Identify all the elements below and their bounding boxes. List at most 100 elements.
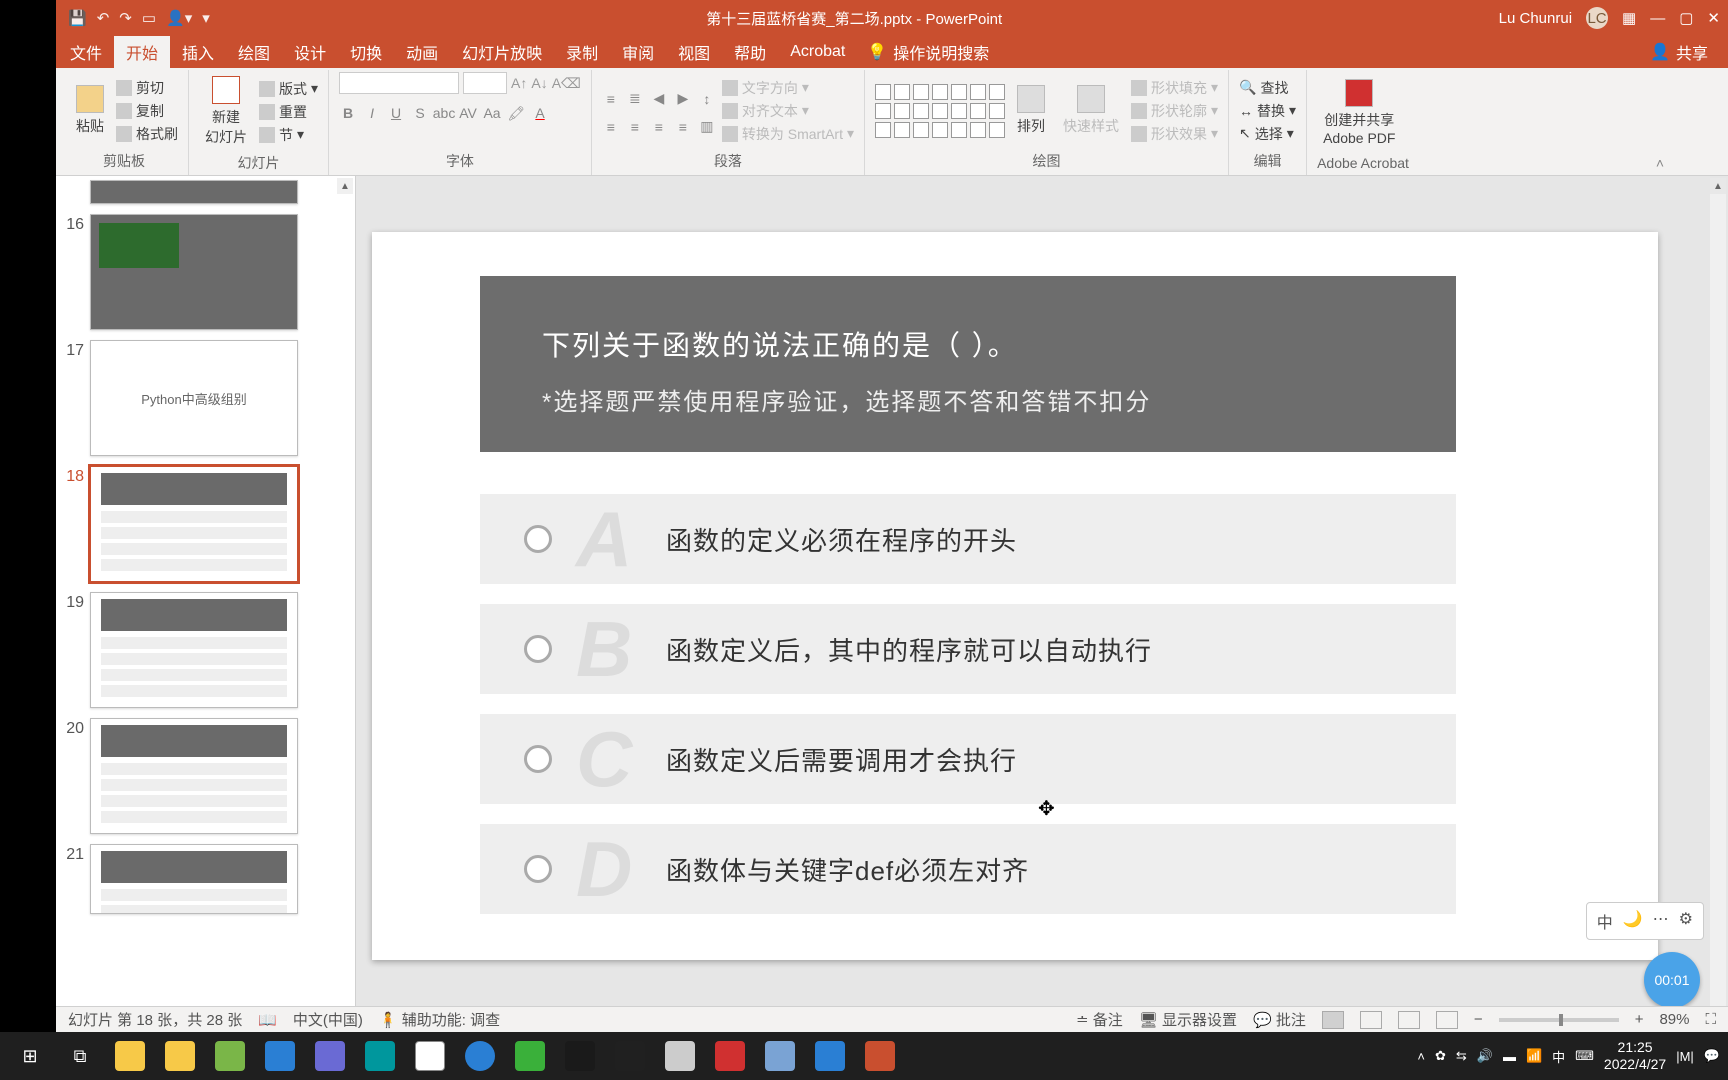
- convert-smartart-button[interactable]: 转换为 SmartArt ▾: [722, 124, 854, 144]
- fit-to-window-button[interactable]: ⛶: [1705, 1011, 1716, 1028]
- paste-button[interactable]: 粘贴: [70, 81, 110, 140]
- replace-button[interactable]: ↔替换 ▾: [1239, 101, 1296, 121]
- redo-icon[interactable]: ↷: [119, 9, 132, 27]
- taskbar-app-reader[interactable]: [608, 1036, 652, 1076]
- start-button[interactable]: ⊞: [8, 1036, 52, 1076]
- align-right-button[interactable]: ≡: [650, 118, 668, 136]
- tab-record[interactable]: 录制: [554, 36, 610, 68]
- shadow-button[interactable]: abc: [435, 104, 453, 122]
- ime-more-icon[interactable]: ⋯: [1653, 909, 1669, 933]
- question-box[interactable]: 下列关于函数的说法正确的是（ ）。 *选择题严禁使用程序验证，选择题不答和答错不…: [480, 276, 1456, 452]
- qat-more-icon[interactable]: ▾: [202, 9, 210, 27]
- font-family-select[interactable]: [339, 72, 459, 94]
- tray-wifi-icon[interactable]: 📶: [1526, 1048, 1542, 1064]
- option-b[interactable]: B 函数定义后，其中的程序就可以自动执行: [480, 604, 1456, 694]
- decrease-indent-button[interactable]: ◀: [650, 90, 668, 108]
- taskbar-app-settings[interactable]: [758, 1036, 802, 1076]
- text-direction-button[interactable]: 文字方向 ▾: [722, 78, 854, 98]
- select-button[interactable]: ↖选择 ▾: [1239, 124, 1296, 144]
- shape-outline-button[interactable]: 形状轮廓 ▾: [1131, 101, 1218, 121]
- align-center-button[interactable]: ≡: [626, 118, 644, 136]
- tab-review[interactable]: 审阅: [610, 36, 666, 68]
- canvas-scroll-up[interactable]: ▲: [1710, 178, 1726, 194]
- columns-button[interactable]: ▥: [698, 118, 716, 136]
- taskbar-app-globe[interactable]: [458, 1036, 502, 1076]
- radio-c[interactable]: [524, 745, 552, 773]
- numbering-button[interactable]: ≣: [626, 90, 644, 108]
- italic-button[interactable]: I: [363, 104, 381, 122]
- taskbar-app-k[interactable]: [258, 1036, 302, 1076]
- create-pdf-button[interactable]: 创建并共享 Adobe PDF: [1317, 75, 1401, 150]
- display-settings-button[interactable]: 🖥 显示器设置: [1139, 1009, 1237, 1030]
- format-painter-button[interactable]: 格式刷: [116, 124, 178, 144]
- taskbar-app-folder[interactable]: [108, 1036, 152, 1076]
- char-spacing-button[interactable]: AV: [459, 104, 477, 122]
- share-button[interactable]: 👤 共享: [1650, 40, 1708, 64]
- save-icon[interactable]: 💾: [68, 9, 87, 27]
- slide-canvas-area[interactable]: 下列关于函数的说法正确的是（ ）。 *选择题严禁使用程序验证，选择题不答和答错不…: [356, 176, 1728, 1032]
- section-button[interactable]: 节 ▾: [259, 125, 318, 145]
- user-quick-icon[interactable]: 👤▾: [166, 9, 192, 27]
- moon-icon[interactable]: 🌙: [1623, 909, 1643, 933]
- slide-thumbnail-21[interactable]: [90, 844, 298, 914]
- tray-monitor-icon[interactable]: |M|: [1676, 1049, 1694, 1064]
- notes-button[interactable]: ≐ 备注: [1076, 1009, 1123, 1030]
- floating-ime-toolbar[interactable]: 中 🌙 ⋯ ⚙: [1586, 902, 1704, 940]
- tab-file[interactable]: 文件: [58, 36, 114, 68]
- bold-button[interactable]: B: [339, 104, 357, 122]
- taskbar-app-hex[interactable]: [308, 1036, 352, 1076]
- taskbar-app-arduino[interactable]: [358, 1036, 402, 1076]
- present-icon[interactable]: ▭: [142, 9, 156, 27]
- radio-b[interactable]: [524, 635, 552, 663]
- slide-canvas[interactable]: 下列关于函数的说法正确的是（ ）。 *选择题严禁使用程序验证，选择题不答和答错不…: [372, 232, 1658, 960]
- taskbar-app-wechat[interactable]: [508, 1036, 552, 1076]
- taskbar-app-chrome[interactable]: [408, 1036, 452, 1076]
- tab-slideshow[interactable]: 幻灯片放映: [450, 36, 554, 68]
- zoom-out-button[interactable]: −: [1474, 1011, 1483, 1028]
- slide-thumbnail-15[interactable]: [90, 180, 298, 204]
- ribbon-display-icon[interactable]: ▦: [1622, 9, 1636, 27]
- clear-format-button[interactable]: A⌫: [552, 75, 581, 92]
- task-view-button[interactable]: ⧉: [58, 1036, 102, 1076]
- highlighter-button[interactable]: 🖍: [507, 104, 525, 122]
- taskbar-app-powerpoint[interactable]: [858, 1036, 902, 1076]
- tab-design[interactable]: 设计: [282, 36, 338, 68]
- reset-button[interactable]: 重置: [259, 102, 318, 122]
- tray-flower-icon[interactable]: ✿: [1435, 1048, 1446, 1064]
- collapse-ribbon-icon[interactable]: ˄: [1656, 155, 1664, 171]
- tray-keyboard-icon[interactable]: ⌨: [1575, 1048, 1594, 1064]
- slide-thumbnail-20[interactable]: [90, 718, 298, 834]
- tab-draw[interactable]: 绘图: [226, 36, 282, 68]
- arrange-button[interactable]: 排列: [1011, 81, 1051, 140]
- tray-battery-icon[interactable]: ▬: [1503, 1049, 1516, 1064]
- taskbar-app-pycharm[interactable]: [558, 1036, 602, 1076]
- underline-button[interactable]: U: [387, 104, 405, 122]
- tray-ime-icon[interactable]: 中: [1552, 1047, 1565, 1066]
- justify-button[interactable]: ≡: [674, 118, 692, 136]
- minimize-button[interactable]: ―: [1650, 10, 1665, 27]
- cut-button[interactable]: 剪切: [116, 78, 178, 98]
- comments-button[interactable]: 💬 批注: [1253, 1009, 1306, 1030]
- tab-home[interactable]: 开始: [114, 36, 170, 68]
- tab-acrobat[interactable]: Acrobat: [778, 36, 857, 68]
- slide-thumbnail-19[interactable]: [90, 592, 298, 708]
- language-indicator[interactable]: 中文(中国): [293, 1009, 363, 1030]
- shape-fill-button[interactable]: 形状填充 ▾: [1131, 78, 1218, 98]
- taskbar-app-maps[interactable]: [658, 1036, 702, 1076]
- thumbs-scroll-up[interactable]: ▲: [337, 178, 353, 194]
- recording-timer-badge[interactable]: 00:01: [1644, 952, 1700, 1008]
- accessibility-check[interactable]: 🧍 辅助功能: 调查: [379, 1009, 500, 1030]
- tab-insert[interactable]: 插入: [170, 36, 226, 68]
- taskbar-app-acrobat[interactable]: [708, 1036, 752, 1076]
- slide-thumbnail-17[interactable]: Python中高级组别: [90, 340, 298, 456]
- tab-animations[interactable]: 动画: [394, 36, 450, 68]
- bullets-button[interactable]: ≡: [602, 90, 620, 108]
- taskbar-clock[interactable]: 21:25 2022/4/27: [1604, 1039, 1666, 1073]
- slide-thumbnail-18[interactable]: [90, 466, 298, 582]
- option-d[interactable]: D 函数体与关键字def必须左对齐: [480, 824, 1456, 914]
- align-text-button[interactable]: 对齐文本 ▾: [722, 101, 854, 121]
- spellcheck-icon[interactable]: 📖: [258, 1011, 277, 1029]
- new-slide-button[interactable]: 新建 幻灯片: [199, 72, 253, 151]
- zoom-in-button[interactable]: +: [1635, 1011, 1644, 1028]
- slide-thumbnail-16[interactable]: [90, 214, 298, 330]
